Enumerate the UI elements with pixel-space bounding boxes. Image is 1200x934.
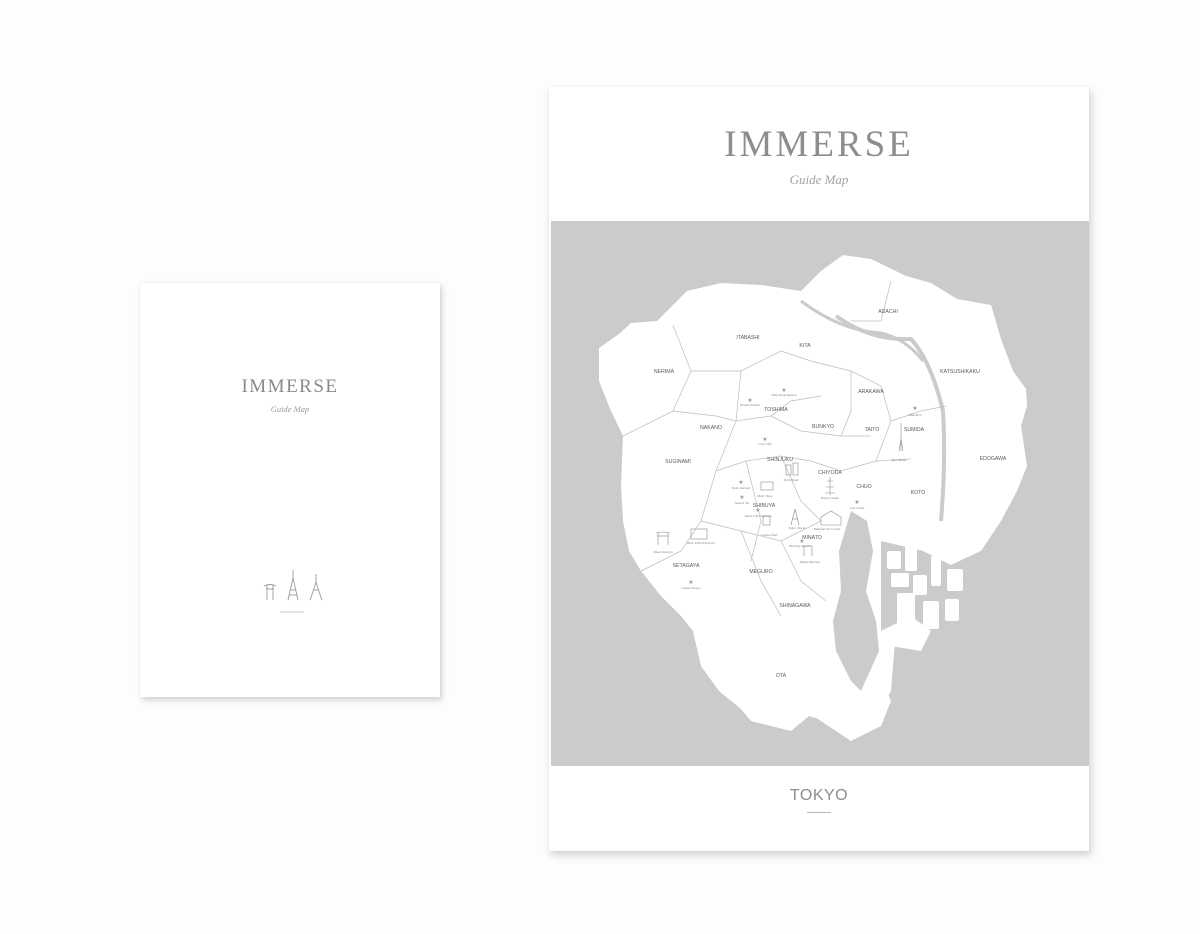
tokyo-map-svg: ADACHI ITABASHI KITA NERIMA KATSUSHIKAKU… <box>599 255 1027 741</box>
spot-gyoza: Gunge Ziogen <box>681 586 701 590</box>
spot-bunkin: Bunkin Salumi <box>740 403 760 407</box>
ward-bunkyo: BUNKYO <box>812 424 834 430</box>
ward-adachi: ADACHI <box>878 309 898 315</box>
large-card-title: IMMERSE <box>724 124 914 165</box>
ward-shinagawa: SHINAGAWA <box>779 603 811 609</box>
spot-blue-bottle: Bowling Ramen <box>789 544 811 548</box>
spot-kokyo: Kokyo Gaien <box>820 496 839 500</box>
ward-suginami: SUGINAMI <box>665 459 691 465</box>
star-icon: ★ <box>912 405 917 412</box>
spot-sushi: Sushi Zanmai <box>732 486 751 490</box>
small-card-title: IMMERSE <box>241 376 339 397</box>
ward-ota: OTA <box>776 673 787 679</box>
spot-national-art: National Art Center <box>812 527 841 531</box>
star-icon: ★ <box>739 494 744 501</box>
ward-koto: KOTO <box>911 490 926 496</box>
spot-meiji: Meiji Jingu <box>756 494 773 498</box>
star-icon: ★ <box>755 507 760 514</box>
skytree-icon <box>309 574 323 601</box>
landmark-icons <box>263 570 323 613</box>
large-card-subtitle: Guide Map <box>789 172 849 187</box>
ward-meguro: MEGURO <box>749 569 772 575</box>
spot-park: Park Hyatt <box>783 478 800 482</box>
ward-chuo: CHUO <box>856 484 871 490</box>
ward-edogawa: EDOGAWA <box>980 456 1007 462</box>
spot-shrine: Atara Life Espresso <box>744 514 772 518</box>
ward-setagaya: SETAGAYA <box>673 563 700 569</box>
spot-minato: Hama Marsan <box>799 560 820 564</box>
ward-kita: KITA <box>799 343 811 349</box>
large-guide-card: IMMERSE Guide Map ADACHI ITABASHI KITA N… <box>549 87 1089 851</box>
ward-nerima: NERIMA <box>654 369 675 375</box>
spot-kong-kong: King Kong Ramen <box>770 393 796 397</box>
ward-chiyoda: CHIYODA <box>818 470 842 476</box>
star-icon: ★ <box>854 499 859 506</box>
city-label-underline <box>807 812 831 813</box>
spot-todoroki: Tonai Kinoeya <box>653 550 673 554</box>
star-icon: ★ <box>688 579 693 586</box>
ward-itabashi: ITABASHI <box>736 335 759 341</box>
ward-katsushika: KATSUSHIKAKU <box>940 369 980 375</box>
tokyo-map: ADACHI ITABASHI KITA NERIMA KATSUSHIKAKU… <box>551 221 1089 766</box>
small-card-subtitle: Guide Map <box>270 404 310 414</box>
ward-minato: MINATO <box>802 535 822 541</box>
spot-usui: Usui Cafe <box>758 442 772 446</box>
city-label: TOKYO <box>789 787 849 804</box>
spot-sakura: Sakura Tei <box>735 501 750 505</box>
spot-haneda: Hanekiyo <box>908 413 922 417</box>
small-guide-card: IMMERSE Guide Map <box>140 283 440 697</box>
spot-tokyo-tower: Tokyo Tower <box>788 526 806 530</box>
ward-shinjuku: SHINJUKU <box>767 457 793 463</box>
spot-sky: Skyt Skyine <box>891 458 907 462</box>
ward-toshima: TOSHIMA <box>764 407 788 413</box>
torii-gate-icon <box>263 584 277 600</box>
tokyo-tower-icon <box>287 570 299 601</box>
star-icon: ★ <box>738 479 743 486</box>
ward-arakawa: ARAKAWA <box>858 389 884 395</box>
spot-chuo: Chu Ginza <box>850 506 865 510</box>
ward-nakano: NAKANO <box>700 425 722 431</box>
spot-gotoku: Gotoku Hall <box>761 533 778 537</box>
ward-taito: TAITO <box>865 427 880 433</box>
spot-bear-pond: Bear Pond Espresso <box>687 541 715 545</box>
ward-sumida: SUMIDA <box>904 427 925 433</box>
